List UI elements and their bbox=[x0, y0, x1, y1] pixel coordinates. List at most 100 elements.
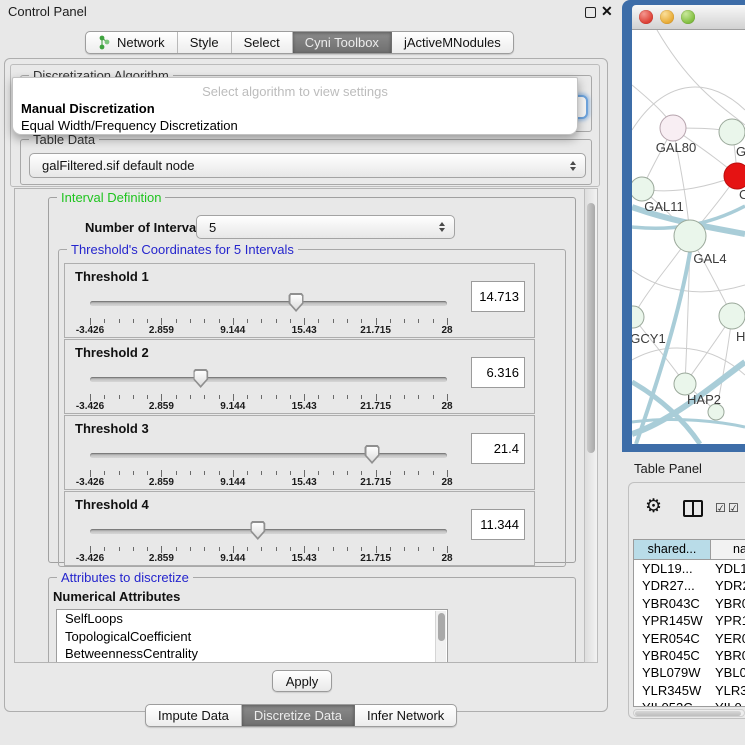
threshold-1-value-field[interactable] bbox=[471, 281, 525, 312]
combo-arrows-icon bbox=[570, 161, 576, 171]
slider-scale-label: -3.426 bbox=[76, 325, 104, 336]
node-label-gal4: GAL4 bbox=[693, 251, 726, 266]
slider-scale-label: 28 bbox=[441, 553, 452, 564]
node-label-gal11: GAL11 bbox=[644, 199, 684, 214]
table-data-selected-value: galFiltered.sif default node bbox=[42, 158, 194, 173]
slider-thumb[interactable] bbox=[250, 521, 265, 540]
slider-scale-label: 28 bbox=[441, 401, 452, 412]
top-tab-bar: Network Style Select Cyni Toolbox jActiv… bbox=[85, 31, 514, 54]
table-row[interactable]: YDR27...YDR2 bbox=[634, 577, 745, 594]
number-of-intervals-combobox[interactable]: 5 bbox=[196, 215, 455, 239]
slider-track[interactable] bbox=[90, 529, 447, 534]
threshold-1-slider[interactable] bbox=[90, 290, 447, 316]
tab-impute-data[interactable]: Impute Data bbox=[146, 705, 242, 726]
numerical-attributes-list[interactable]: SelfLoops TopologicalCoefficient Between… bbox=[56, 609, 448, 663]
list-item[interactable]: BetweennessCentrality bbox=[57, 645, 447, 663]
apply-button[interactable]: Apply bbox=[272, 670, 332, 692]
list-item[interactable]: SelfLoops bbox=[57, 610, 447, 628]
slider-scale-label: 9.144 bbox=[220, 325, 245, 336]
table-row[interactable]: YBL079WYBL0 bbox=[634, 664, 745, 681]
list-scrollbar[interactable] bbox=[435, 611, 446, 663]
menu-item-manual-discretization[interactable]: Manual Discretization bbox=[21, 101, 155, 116]
tab-style[interactable]: Style bbox=[178, 32, 232, 53]
slider-track[interactable] bbox=[90, 301, 447, 306]
tab-infer-network-label: Infer Network bbox=[367, 708, 444, 723]
threshold-3-label: Threshold 3 bbox=[75, 421, 149, 436]
application-window: Control Panel ✕ Network Style Select Cyn… bbox=[0, 0, 745, 745]
threshold-4-slider[interactable] bbox=[90, 518, 447, 544]
network-graph: GAL80 GA C GAL11 GAL4 GCY1 H HAP2 bbox=[632, 30, 745, 444]
network-canvas[interactable]: GAL80 GA C GAL11 GAL4 GCY1 H HAP2 bbox=[632, 30, 745, 444]
table-data-combobox[interactable]: galFiltered.sif default node bbox=[29, 153, 586, 178]
table-panel: ⚙ ☑ ☑ shared... na YDL19...YDL1 YDR27...… bbox=[628, 482, 745, 719]
column-header-shared-name[interactable]: shared... bbox=[634, 540, 711, 559]
slider-thumb[interactable] bbox=[289, 293, 304, 312]
slider-scale: -3.4262.8599.14415.4321.71528 bbox=[90, 325, 447, 337]
close-icon[interactable]: ✕ bbox=[601, 3, 613, 20]
slider-scale-label: 15.43 bbox=[292, 553, 317, 564]
interval-definition-title: Interval Definition bbox=[57, 190, 165, 205]
threshold-3-value-field[interactable] bbox=[471, 433, 525, 464]
node-label-ga: GA bbox=[736, 144, 745, 159]
numerical-attributes-label: Numerical Attributes bbox=[53, 589, 180, 604]
select-all-icon[interactable]: ☑ bbox=[728, 501, 739, 515]
slider-scale-label: 21.715 bbox=[360, 325, 391, 336]
gear-icon[interactable]: ⚙ bbox=[645, 495, 662, 518]
threshold-3-slider[interactable] bbox=[90, 442, 447, 468]
table-row[interactable]: YLR345WYLR3 bbox=[634, 682, 745, 699]
slider-scale-label: -3.426 bbox=[76, 401, 104, 412]
settings-scroll-area: Interval Definition Number of Intervals … bbox=[14, 188, 598, 663]
tab-cyni-toolbox[interactable]: Cyni Toolbox bbox=[293, 32, 392, 53]
tab-network[interactable]: Network bbox=[86, 32, 178, 53]
list-item[interactable]: TopologicalCoefficient bbox=[57, 628, 447, 646]
settings-vertical-scrollbar[interactable] bbox=[584, 188, 598, 663]
zoom-traffic-light[interactable] bbox=[681, 10, 695, 24]
tab-style-label: Style bbox=[190, 35, 219, 50]
column-header-name[interactable]: na bbox=[711, 540, 745, 559]
table-header-row: shared... na bbox=[634, 540, 745, 560]
node-gal4[interactable] bbox=[674, 220, 706, 252]
node-gal80[interactable] bbox=[660, 115, 686, 141]
table-row[interactable]: YBR043CYBR0 bbox=[634, 595, 745, 612]
float-window-icon[interactable] bbox=[585, 7, 596, 18]
node-label-gal80: GAL80 bbox=[656, 140, 696, 155]
node-gcy1[interactable] bbox=[632, 306, 644, 328]
table-row[interactable]: YIL052CYIL0 bbox=[634, 699, 745, 707]
threshold-2-value-field[interactable] bbox=[471, 357, 525, 388]
threshold-4-label: Threshold 4 bbox=[75, 497, 149, 512]
node-red-selected[interactable] bbox=[724, 163, 745, 189]
table-horizontal-scrollbar[interactable] bbox=[633, 709, 745, 717]
close-traffic-light[interactable] bbox=[639, 10, 653, 24]
network-window-titlebar[interactable] bbox=[632, 5, 745, 30]
slider-track[interactable] bbox=[90, 377, 447, 382]
slider-scale-label: 28 bbox=[441, 325, 452, 336]
columns-icon[interactable] bbox=[683, 500, 703, 517]
slider-scale: -3.4262.8599.14415.4321.71528 bbox=[90, 401, 447, 413]
slider-thumb[interactable] bbox=[193, 369, 208, 388]
bottom-tab-bar: Impute Data Discretize Data Infer Networ… bbox=[145, 704, 457, 727]
node-label-hap2: HAP2 bbox=[687, 392, 721, 407]
table-row[interactable]: YDL19...YDL1 bbox=[634, 560, 745, 577]
tab-select[interactable]: Select bbox=[232, 32, 293, 53]
menu-item-equal-width-discretization[interactable]: Equal Width/Frequency Discretization bbox=[21, 118, 238, 133]
tab-discretize-data[interactable]: Discretize Data bbox=[242, 705, 355, 726]
table-row[interactable]: YPR145WYPR1 bbox=[634, 612, 745, 629]
threshold-2-slider[interactable] bbox=[90, 366, 447, 392]
select-columns-icon[interactable]: ☑ bbox=[715, 501, 726, 515]
table-row[interactable]: YBR045CYBR0 bbox=[634, 647, 745, 664]
tab-infer-network[interactable]: Infer Network bbox=[355, 705, 456, 726]
slider-scale-label: 15.43 bbox=[292, 401, 317, 412]
threshold-4-value-field[interactable] bbox=[471, 509, 525, 540]
node-gal11[interactable] bbox=[632, 177, 654, 201]
slider-thumb[interactable] bbox=[365, 445, 380, 464]
slider-scale-label: 9.144 bbox=[220, 401, 245, 412]
node-h[interactable] bbox=[719, 303, 745, 329]
node-top-right[interactable] bbox=[719, 119, 745, 145]
table-row[interactable]: YER054CYER0 bbox=[634, 630, 745, 647]
slider-scale-label: 15.43 bbox=[292, 325, 317, 336]
tab-jactivemnodules[interactable]: jActiveMNodules bbox=[392, 32, 513, 53]
minimize-traffic-light[interactable] bbox=[660, 10, 674, 24]
combo-arrows-icon bbox=[439, 222, 445, 232]
tab-jactivemnodules-label: jActiveMNodules bbox=[404, 35, 501, 50]
slider-track[interactable] bbox=[90, 453, 447, 458]
